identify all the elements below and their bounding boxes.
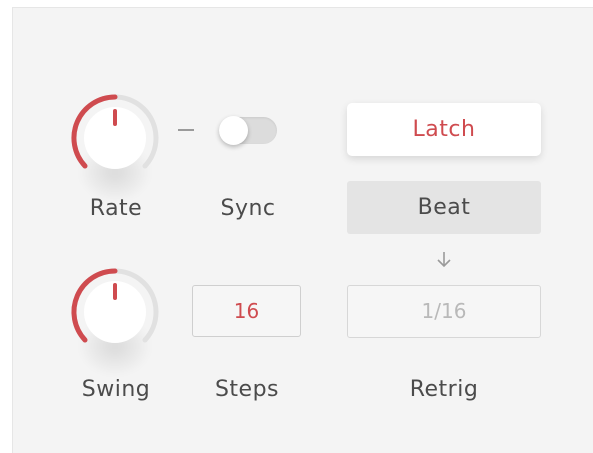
arrow-down-icon bbox=[437, 252, 451, 268]
beat-button[interactable]: Beat bbox=[347, 181, 541, 234]
retrig-label: Retrig bbox=[409, 377, 479, 402]
rate-knob-graphic bbox=[71, 94, 159, 169]
rate-label: Rate bbox=[89, 196, 143, 221]
sync-label: Sync bbox=[220, 196, 276, 221]
steps-field[interactable]: 16 bbox=[192, 285, 301, 337]
swing-knob-graphic bbox=[71, 268, 159, 343]
retrig-field[interactable]: 1/16 bbox=[347, 285, 541, 338]
sync-toggle[interactable] bbox=[219, 116, 277, 145]
rate-knob[interactable] bbox=[67, 90, 163, 202]
sync-dash bbox=[178, 129, 194, 131]
latch-button[interactable]: Latch bbox=[347, 103, 541, 156]
swing-knob[interactable] bbox=[67, 264, 163, 376]
steps-label: Steps bbox=[214, 377, 280, 402]
sync-toggle-knob[interactable] bbox=[219, 116, 248, 145]
swing-label: Swing bbox=[81, 377, 151, 402]
